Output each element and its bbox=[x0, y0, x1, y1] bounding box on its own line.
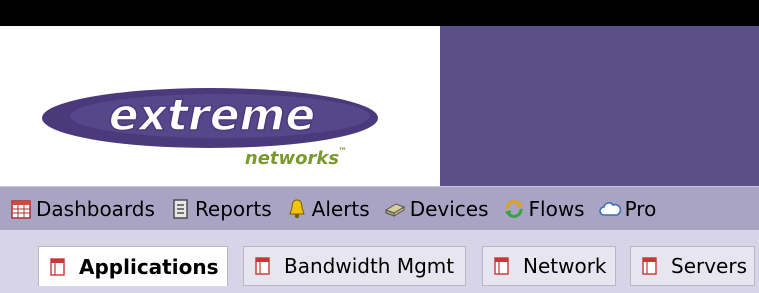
nav-item-label: Reports bbox=[194, 196, 272, 221]
logo-graphic: extreme networks ™ bbox=[42, 88, 378, 169]
nav-item-alerts[interactable]: Alerts bbox=[286, 197, 370, 221]
document-icon bbox=[169, 198, 191, 220]
cloud-icon bbox=[598, 198, 621, 220]
tab-label: Servers bbox=[671, 254, 748, 278]
report-page-icon bbox=[254, 256, 272, 276]
nav-item-label: Alerts bbox=[311, 196, 370, 221]
header-banner: extreme networks ™ bbox=[0, 26, 759, 186]
tab-network[interactable]: Network bbox=[482, 246, 616, 286]
top-black-bar bbox=[0, 0, 759, 26]
tab-bandwidth-mgmt[interactable]: Bandwidth Mgmt bbox=[243, 246, 466, 286]
nav-item-reports[interactable]: Reports bbox=[169, 197, 272, 221]
logo-subtext: networks bbox=[245, 148, 339, 169]
bell-icon bbox=[286, 198, 308, 220]
tab-label: Applications bbox=[79, 254, 219, 279]
calendar-grid-icon bbox=[10, 198, 32, 220]
nav-item-label: Pro bbox=[624, 196, 657, 221]
report-page-icon bbox=[493, 256, 511, 276]
logo-wordmark: extreme bbox=[109, 90, 316, 141]
nav-item-devices[interactable]: Devices bbox=[384, 197, 489, 221]
report-page-icon bbox=[49, 257, 67, 277]
tab-label: Network bbox=[523, 254, 607, 278]
nav-item-label: Dashboards bbox=[36, 196, 155, 221]
report-page-icon bbox=[641, 256, 659, 276]
tab-label: Bandwidth Mgmt bbox=[284, 254, 455, 278]
brand-color-panel bbox=[440, 26, 759, 186]
tab-applications[interactable]: Applications bbox=[38, 246, 228, 286]
nav-item-dashboards[interactable]: Dashboards bbox=[10, 197, 155, 221]
device-icon bbox=[384, 198, 406, 220]
nav-item-label: Flows bbox=[528, 196, 585, 221]
extreme-networks-logo[interactable]: extreme networks ™ bbox=[40, 80, 400, 170]
nav-item-pro[interactable]: Pro bbox=[598, 196, 657, 221]
flows-icon bbox=[503, 198, 525, 220]
logo-area: extreme networks ™ bbox=[0, 26, 440, 186]
dashboard-tab-strip: Applications Bandwidth Mgmt Network Serv… bbox=[0, 230, 759, 293]
nav-item-flows[interactable]: Flows bbox=[503, 197, 585, 221]
tab-servers[interactable]: Servers bbox=[630, 246, 755, 286]
main-nav-bar: Dashboards Reports Alerts Devices Flows … bbox=[0, 186, 759, 230]
logo-trademark: ™ bbox=[338, 147, 347, 157]
nav-item-label: Devices bbox=[409, 196, 489, 221]
